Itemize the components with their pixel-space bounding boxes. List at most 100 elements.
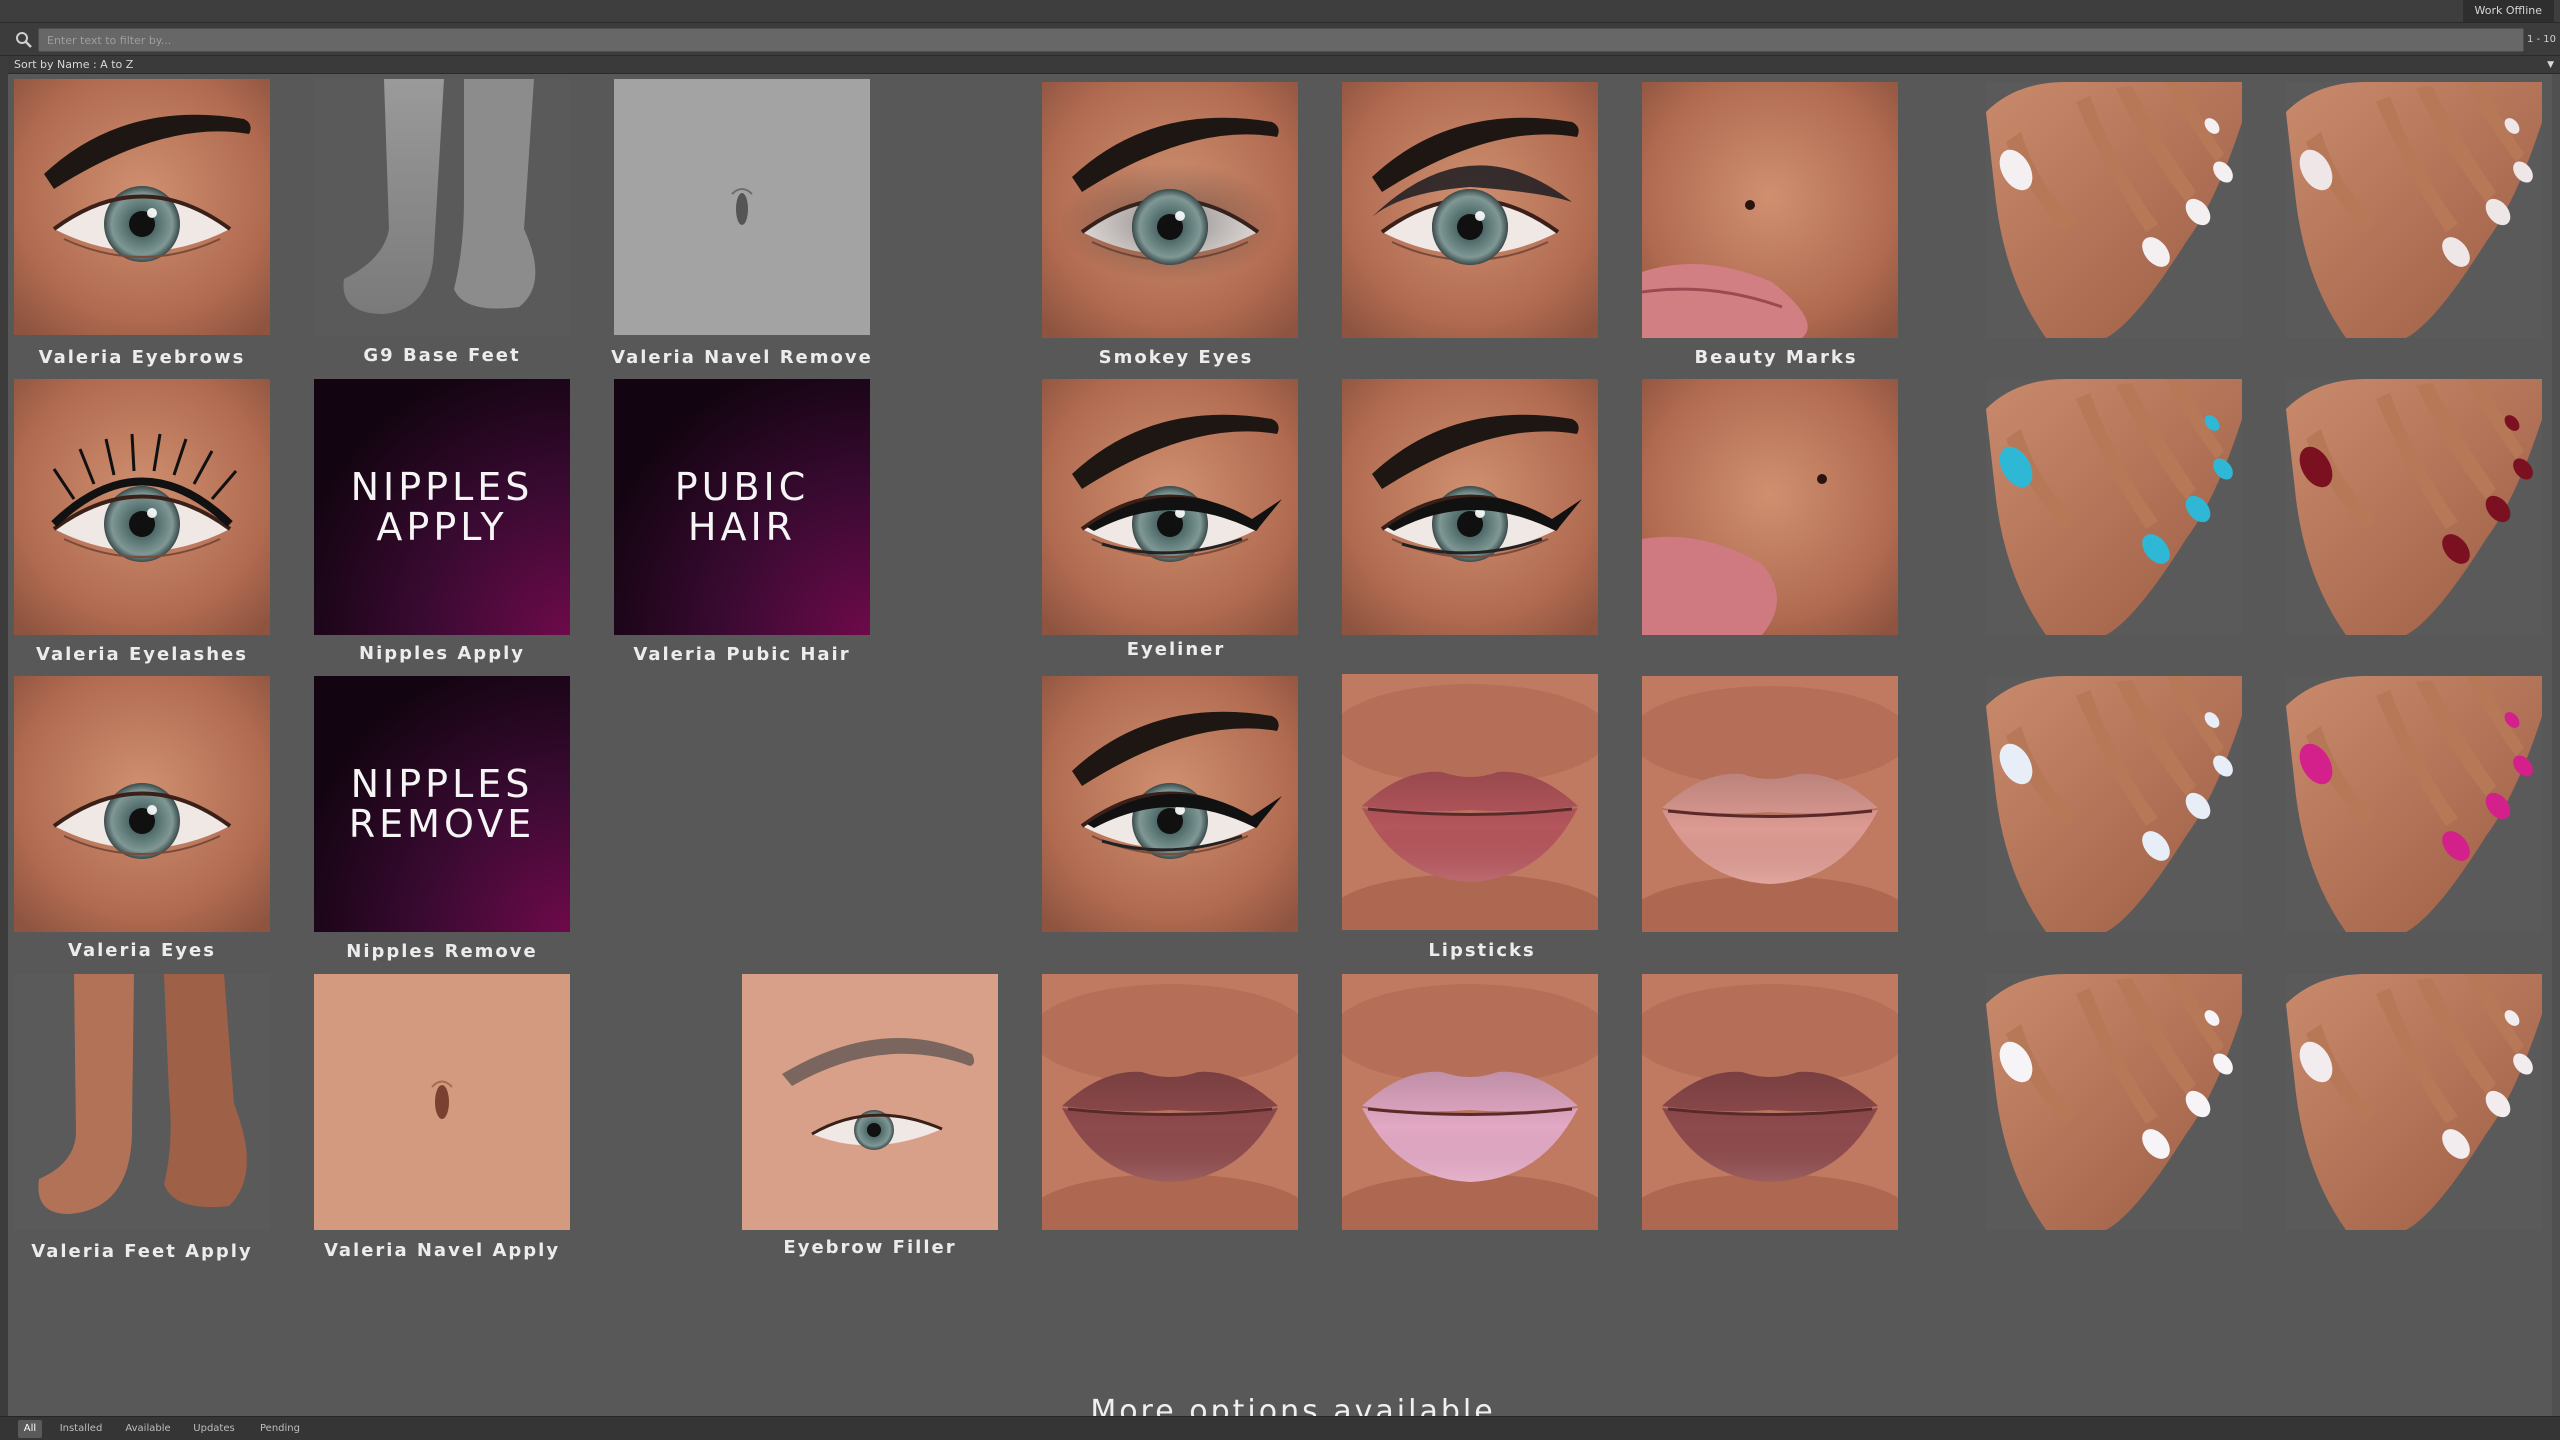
item-nails-white-2[interactable] <box>1986 974 2242 1230</box>
item-g9-base-feet[interactable]: G9 Base Feet <box>314 79 570 379</box>
item-lipstick-red[interactable] <box>1342 674 1598 930</box>
thumbnail-hand-teal <box>1986 379 2242 635</box>
item-nails-pastel[interactable] <box>1986 676 2242 932</box>
thumbnail-hand-white <box>1986 82 2242 338</box>
item-nails-pink[interactable] <box>2286 676 2542 932</box>
item-beauty-marks-2[interactable] <box>1642 379 1898 635</box>
thumbnail-nipples-remove: NIPPLES REMOVE <box>314 676 570 932</box>
item-nipples-apply[interactable]: NIPPLES APPLY Nipples Apply <box>314 379 570 679</box>
item-lipstick-plum-1[interactable] <box>1042 974 1298 1230</box>
thumbnail-eyeliner-2 <box>1342 379 1598 635</box>
work-offline-button[interactable]: Work Offline <box>2462 0 2554 22</box>
tab-updates[interactable]: Updates <box>188 1420 240 1438</box>
thumbnail-pubic-hair: PUBIC HAIR <box>614 379 870 635</box>
item-nails-french-1[interactable] <box>2286 82 2542 338</box>
item-beauty-marks-1[interactable] <box>1642 82 1898 382</box>
thumbnail-hand-white-2 <box>1986 974 2242 1230</box>
tab-all[interactable]: All <box>18 1420 42 1438</box>
item-label: Valeria Eyelashes <box>36 644 248 665</box>
thumbnail-lips-pink <box>1342 974 1598 1230</box>
thumbnail-beauty-mark-1 <box>1642 82 1898 338</box>
item-valeria-navel-apply[interactable]: Valeria Navel Apply <box>314 974 570 1274</box>
tab-pending[interactable]: Pending <box>254 1420 306 1438</box>
item-lipstick-nude[interactable] <box>1642 676 1898 932</box>
item-valeria-eyebrows[interactable]: Valeria Eyebrows <box>14 79 270 379</box>
thumbnail-beauty-mark-2 <box>1642 379 1898 635</box>
search-icon[interactable] <box>12 29 34 51</box>
content-grid: Valeria Eyebrows G9 Base Feet Valeria Na… <box>8 74 2552 1429</box>
item-smokey-eyes-2[interactable] <box>1342 82 1598 382</box>
promo-line-1: NIPPLES <box>350 762 534 806</box>
filter-input[interactable] <box>38 28 2524 52</box>
sort-label: Sort by Name : A to Z <box>14 58 134 71</box>
left-rail <box>0 56 8 1416</box>
item-valeria-eyelashes[interactable]: Valeria Eyelashes <box>14 379 270 679</box>
thumbnail-hand-red <box>2286 379 2542 635</box>
thumbnail-hand-pink <box>2286 676 2542 932</box>
group-label-eyeliner: Eyeliner <box>1126 639 1226 660</box>
top-strip: Work Offline <box>0 0 2560 22</box>
group-label-beauty-marks: Beauty Marks <box>1694 347 1858 368</box>
thumbnail-lips-plum-1 <box>1042 974 1298 1230</box>
thumbnail-eyelashes <box>14 379 270 635</box>
status-tabs: All Installed Available Updates Pending <box>0 1416 2560 1440</box>
item-eyeliner-2[interactable] <box>1342 379 1598 679</box>
item-smokey-eyes-1[interactable] <box>1042 82 1298 382</box>
item-eyeliner-1[interactable] <box>1042 379 1298 679</box>
item-nails-teal[interactable] <box>1986 379 2242 635</box>
group-label-lipsticks: Lipsticks <box>1428 940 1536 961</box>
item-nipples-remove[interactable]: NIPPLES REMOVE Nipples Remove <box>314 676 570 976</box>
item-lipstick-plum-2[interactable] <box>1642 974 1898 1230</box>
item-label: Nipples Remove <box>346 941 538 962</box>
item-label: Valeria Eyes <box>68 940 216 961</box>
item-label: Nipples Apply <box>359 643 525 664</box>
thumbnail-lips-nude <box>1642 676 1898 932</box>
thumbnail-eyeliner-3 <box>1042 676 1298 932</box>
item-valeria-eyes[interactable]: Valeria Eyes <box>14 676 270 976</box>
chevron-down-icon: ▼ <box>2547 60 2554 70</box>
item-nails-red[interactable] <box>2286 379 2542 635</box>
thumbnail-eyes <box>14 676 270 932</box>
thumbnail-eyebrows <box>14 79 270 335</box>
sort-dropdown[interactable]: Sort by Name : A to Z ▼ <box>8 56 2560 74</box>
thumbnail-hand-pastel <box>1986 676 2242 932</box>
thumbnail-navel-skin <box>314 974 570 1230</box>
group-label-smokey-eyes: Smokey Eyes <box>1098 347 1254 368</box>
promo-line-2: REMOVE <box>348 802 536 846</box>
item-label: Valeria Navel Remove <box>611 347 873 368</box>
item-eyeliner-3[interactable] <box>1042 676 1298 932</box>
thumbnail-nipples-apply: NIPPLES APPLY <box>314 379 570 635</box>
item-label: Valeria Navel Apply <box>323 1240 561 1261</box>
promo-line-1: NIPPLES <box>350 465 534 509</box>
promo-line-2: HAIR <box>687 505 797 549</box>
thumbnail-hand-marble <box>2286 974 2542 1230</box>
item-eyebrow-filler[interactable]: Eyebrow Filler <box>742 974 998 1274</box>
item-label: G9 Base Feet <box>363 345 521 366</box>
item-label: Eyebrow Filler <box>783 1237 957 1258</box>
thumbnail-feet-grey <box>314 79 570 335</box>
item-valeria-navel-remove[interactable]: Valeria Navel Remove <box>611 79 871 379</box>
item-lipstick-pink[interactable] <box>1342 974 1598 1230</box>
item-nails-marble[interactable] <box>2286 974 2542 1230</box>
item-valeria-pubic-hair[interactable]: PUBIC HAIR Valeria Pubic Hair <box>614 379 870 679</box>
thumbnail-lips-red <box>1342 674 1598 930</box>
tab-installed[interactable]: Installed <box>54 1420 108 1438</box>
filter-bar: 1 - 10 <box>0 22 2560 56</box>
thumbnail-eyebrow-filler <box>742 974 998 1230</box>
tab-available[interactable]: Available <box>120 1420 176 1438</box>
thumbnail-smokey-eye-2 <box>1342 82 1598 338</box>
item-nails-white-1[interactable] <box>1986 82 2242 338</box>
thumbnail-lips-plum-2 <box>1642 974 1898 1230</box>
thumbnail-navel-grey <box>614 79 870 335</box>
item-valeria-feet-apply[interactable]: Valeria Feet Apply <box>14 974 270 1274</box>
thumbnail-smokey-eye-1 <box>1042 82 1298 338</box>
item-label: Valeria Pubic Hair <box>633 644 851 665</box>
page-range: 1 - 10 <box>2526 34 2556 45</box>
thumbnail-hand-french <box>2286 82 2542 338</box>
promo-line-1: PUBIC <box>674 465 810 509</box>
scrollbar[interactable] <box>2552 74 2560 1416</box>
promo-line-2: APPLY <box>376 505 508 549</box>
item-label: Valeria Eyebrows <box>38 347 246 368</box>
thumbnail-eyeliner-1 <box>1042 379 1298 635</box>
item-label: Valeria Feet Apply <box>31 1241 253 1262</box>
